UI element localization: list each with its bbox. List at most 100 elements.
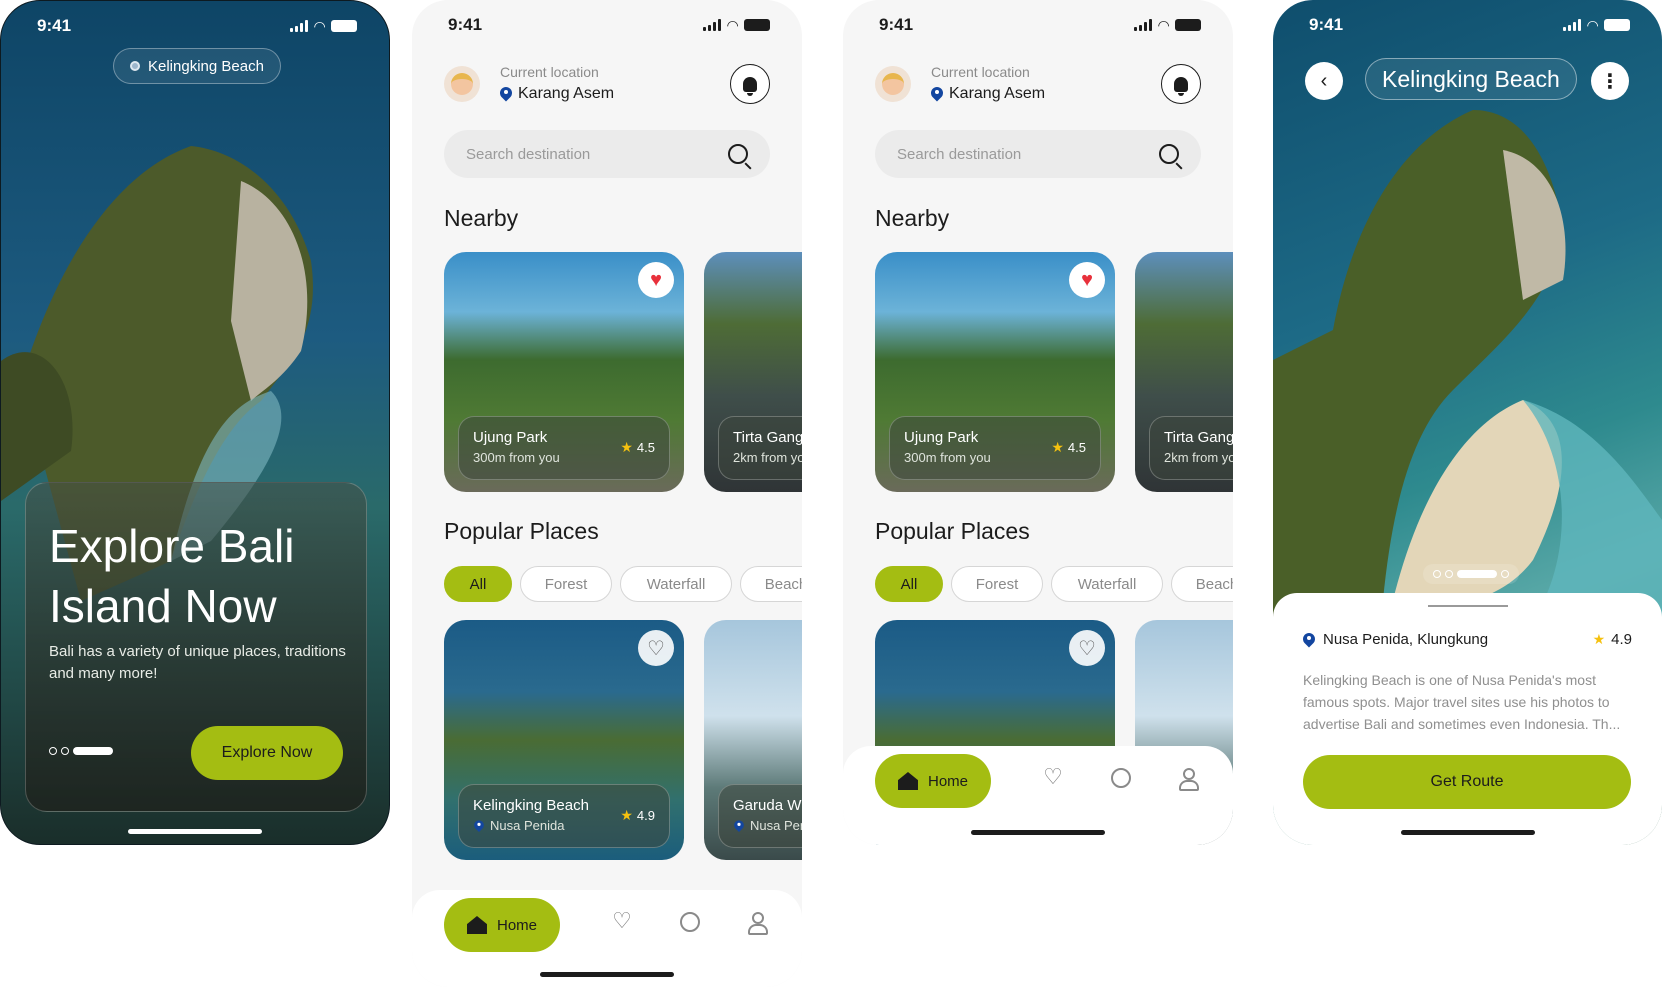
chevron-left-icon: ‹ — [1320, 69, 1328, 92]
home-indicator — [128, 829, 262, 834]
more-options-button[interactable]: ⋮ — [1591, 62, 1629, 100]
place-name: Garuda Wisnu — [733, 797, 802, 814]
battery-icon — [1175, 19, 1201, 31]
chip-waterfall[interactable]: Waterfall — [1051, 566, 1163, 602]
chip-forest[interactable]: Forest — [951, 566, 1043, 602]
heart-icon[interactable]: ♡ — [608, 908, 636, 934]
hero-title: Explore Bali Island Now — [49, 520, 295, 632]
favorite-heart-icon[interactable]: ♡ — [1069, 630, 1105, 666]
status-bar: 9:41 ◠ — [1273, 0, 1662, 50]
chip-all[interactable]: All — [444, 566, 512, 602]
avatar[interactable] — [444, 66, 480, 102]
status-bar: 9:41 ◠ — [1, 1, 389, 51]
wifi-icon: ◠ — [727, 16, 738, 33]
compass-icon[interactable] — [1107, 768, 1135, 794]
status-time: 9:41 — [879, 15, 914, 34]
bell-icon — [743, 76, 757, 96]
place-location: Nusa Penida — [490, 818, 565, 833]
get-route-button[interactable]: Get Route — [1303, 755, 1631, 809]
profile-icon[interactable] — [1173, 768, 1201, 794]
wifi-icon: ◠ — [1587, 16, 1598, 33]
favorite-heart-icon[interactable]: ♥ — [1069, 262, 1105, 298]
chip-all[interactable]: All — [875, 566, 943, 602]
favorite-heart-icon[interactable]: ♡ — [638, 630, 674, 666]
nearby-title: Nearby — [875, 205, 950, 231]
back-button[interactable]: ‹ — [1305, 62, 1343, 100]
nearby-card[interactable]: ♥ Ujung Park 300m from you ★ 4.5 — [444, 252, 684, 492]
popular-card[interactable]: ♡ Kelingking Beach Nusa Penida ★ 4.9 — [444, 620, 684, 860]
status-bar: 9:41 ◠ — [843, 0, 1233, 50]
star-icon: ★ — [620, 807, 633, 823]
detail-screen: 9:41 ◠ ‹ Kelingking Beach ⋮ Nusa Penida,… — [1273, 0, 1662, 845]
chip-beach[interactable]: Beach — [740, 566, 802, 602]
place-rating: ★ 4.5 — [1051, 439, 1086, 455]
home-screen-preview: 9:41 ◠ Current location Karang Asem Near… — [843, 0, 1233, 845]
status-time: 9:41 — [448, 15, 483, 34]
detail-rating: ★ 4.9 — [1592, 631, 1632, 648]
popular-places-title: Popular Places — [875, 518, 1030, 544]
current-location-value[interactable]: Karang Asem — [500, 85, 614, 103]
explore-now-button[interactable]: Explore Now — [191, 726, 343, 780]
heart-icon[interactable]: ♡ — [1039, 764, 1067, 790]
place-distance: 2km from you — [733, 450, 802, 465]
notifications-button[interactable] — [730, 64, 770, 104]
chip-forest[interactable]: Forest — [520, 566, 612, 602]
current-location-label: Current location — [500, 64, 599, 80]
signal-icon — [1134, 19, 1153, 31]
location-pin-icon — [474, 820, 484, 831]
search-icon[interactable] — [728, 144, 748, 164]
signal-icon — [290, 20, 309, 32]
search-bar[interactable] — [444, 130, 770, 178]
home-indicator — [971, 830, 1105, 835]
onboarding-screen: 9:41 ◠ Kelingking Beach Explore Bali Isl… — [0, 0, 390, 845]
bell-icon — [1174, 76, 1188, 96]
nav-home-button[interactable]: Home — [444, 898, 560, 952]
detail-title: Kelingking Beach — [1365, 58, 1577, 100]
search-icon[interactable] — [1159, 144, 1179, 164]
favorite-heart-icon[interactable]: ♥ — [638, 262, 674, 298]
signal-icon — [1563, 19, 1582, 31]
place-location: Nusa Penida — [750, 818, 802, 833]
location-dot-icon — [130, 61, 140, 71]
location-pin-icon — [734, 820, 744, 831]
profile-icon[interactable] — [742, 912, 770, 938]
chip-waterfall[interactable]: Waterfall — [620, 566, 732, 602]
location-pin-icon — [931, 87, 943, 101]
place-distance: 2km from you — [1164, 450, 1233, 465]
nav-home-button[interactable]: Home — [875, 754, 991, 808]
location-pin-icon — [1303, 633, 1315, 647]
detail-description: Kelingking Beach is one of Nusa Penida's… — [1303, 672, 1621, 732]
home-icon — [466, 916, 487, 934]
place-name: Tirta Gangga — [1164, 429, 1233, 446]
hero-subtitle: Bali has a variety of unique places, tra… — [49, 643, 346, 682]
sheet-handle[interactable] — [1428, 605, 1508, 607]
home-indicator — [1400, 830, 1535, 835]
nearby-card[interactable]: ♥ Ujung Park 300m from you ★ 4.5 — [875, 252, 1115, 492]
status-time: 9:41 — [1309, 15, 1344, 34]
home-indicator — [540, 972, 674, 977]
chip-beach[interactable]: Beach — [1171, 566, 1233, 602]
nearby-card[interactable]: Tirta Gangga 2km from you — [1135, 252, 1233, 492]
place-rating: ★ 4.9 — [620, 807, 655, 823]
detail-sheet: Nusa Penida, Klungkung ★ 4.9 Kelingking … — [1273, 593, 1662, 845]
avatar[interactable] — [875, 66, 911, 102]
detail-location: Nusa Penida, Klungkung — [1303, 631, 1488, 648]
nearby-card[interactable]: Tirta Gangga 2km from you — [704, 252, 802, 492]
star-icon: ★ — [1592, 631, 1606, 647]
battery-icon — [744, 19, 770, 31]
image-carousel-indicator[interactable] — [1423, 564, 1519, 584]
search-input[interactable] — [466, 145, 696, 163]
search-input[interactable] — [897, 145, 1127, 163]
current-location-value[interactable]: Karang Asem — [931, 85, 1045, 103]
popular-card[interactable]: Garuda Wisnu Nusa Penida — [704, 620, 802, 860]
battery-icon — [1604, 19, 1630, 31]
search-bar[interactable] — [875, 130, 1201, 178]
signal-icon — [703, 19, 722, 31]
home-icon — [897, 772, 918, 790]
location-pin-icon — [500, 87, 512, 101]
place-name: Tirta Gangga — [733, 429, 802, 446]
compass-icon[interactable] — [676, 912, 704, 938]
carousel-indicator[interactable] — [49, 747, 113, 755]
location-pill[interactable]: Kelingking Beach — [113, 48, 281, 84]
notifications-button[interactable] — [1161, 64, 1201, 104]
